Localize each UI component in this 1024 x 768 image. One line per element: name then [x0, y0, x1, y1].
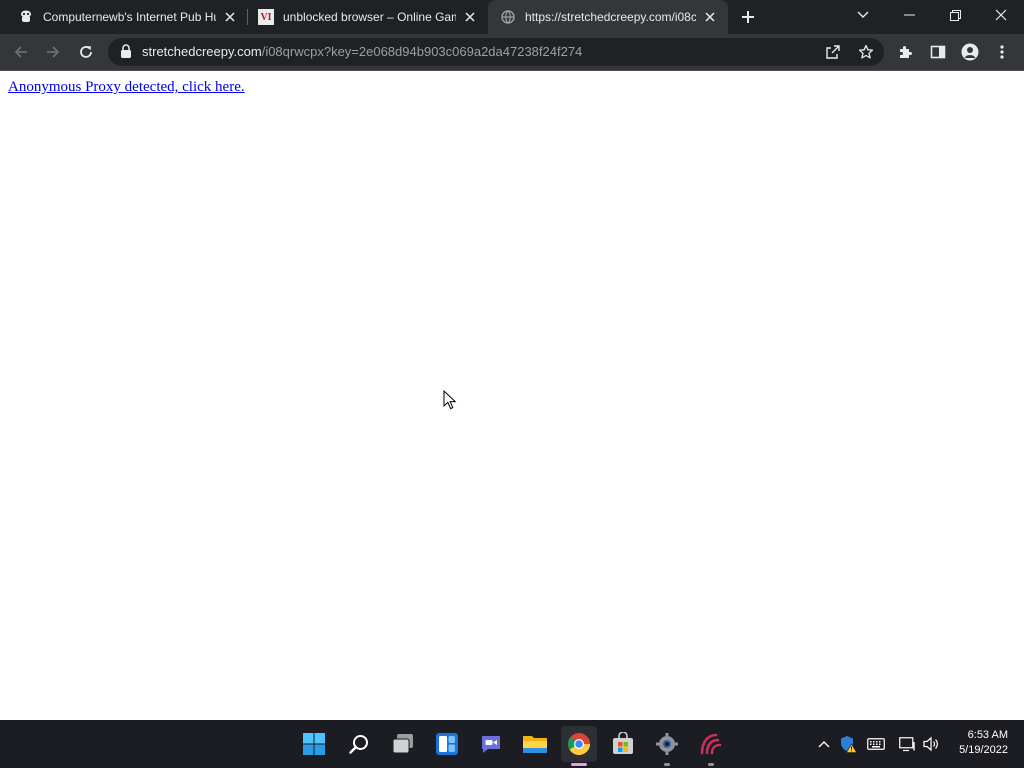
close-icon[interactable] — [222, 9, 238, 25]
clock-time: 6:53 AM — [967, 729, 1008, 741]
widgets-button[interactable] — [429, 726, 465, 762]
share-icon — [826, 45, 840, 59]
url-path: /i08qrwcpx?key=2e068d94b903c069a2da47238… — [261, 44, 583, 59]
running-app-indicator — [664, 763, 670, 766]
restore-button[interactable] — [932, 0, 978, 30]
tab-strip: Computernewb's Internet Pub Hu VI unbloc… — [0, 0, 1024, 34]
new-tab-button[interactable] — [738, 7, 758, 27]
globe-icon — [500, 9, 516, 25]
restore-icon — [949, 9, 961, 21]
keyboard-tray-button[interactable] — [866, 734, 886, 754]
active-app-indicator — [571, 763, 587, 766]
url-host: stretchedcreepy.com — [142, 44, 262, 59]
store-button[interactable] — [605, 726, 641, 762]
tab-computernewb[interactable]: Computernewb's Internet Pub Hu — [0, 0, 248, 34]
mouse-cursor-icon — [443, 389, 457, 415]
file-explorer-button[interactable] — [517, 726, 553, 762]
search-icon — [349, 735, 368, 754]
widgets-icon — [436, 733, 458, 755]
security-tray-button[interactable] — [838, 734, 858, 754]
reload-button[interactable] — [71, 37, 101, 67]
side-panel-icon — [930, 45, 946, 59]
reload-icon — [80, 46, 92, 58]
forward-arrow-icon — [47, 46, 60, 58]
share-button[interactable] — [822, 42, 844, 62]
volume-tray-button[interactable] — [922, 734, 942, 754]
close-window-button[interactable] — [978, 0, 1024, 30]
tab-title: Computernewb's Internet Pub Hu — [43, 10, 216, 24]
close-icon[interactable] — [462, 9, 478, 25]
url-text[interactable]: stretchedcreepy.com/i08qrwcpx?key=2e068d… — [142, 38, 582, 66]
keyboard-icon — [867, 738, 885, 750]
plus-icon — [742, 11, 754, 23]
chat-icon — [482, 736, 500, 753]
minimize-icon — [903, 14, 915, 16]
pinned-app-button[interactable] — [693, 726, 729, 766]
forward-button[interactable] — [38, 37, 68, 67]
search-button[interactable] — [341, 726, 377, 762]
extensions-button[interactable] — [891, 37, 921, 67]
chevron-up-icon — [818, 741, 830, 748]
star-icon — [858, 44, 874, 59]
side-panel-button[interactable] — [923, 37, 953, 67]
volume-icon — [923, 736, 938, 752]
tab-search-button[interactable] — [840, 0, 886, 30]
settings-icon — [656, 733, 678, 755]
tab-stretchedcreepy[interactable]: https://stretchedcreepy.com/i08c — [488, 0, 728, 34]
tab-unblocked-browser[interactable]: VI unblocked browser – Online Gam — [248, 0, 488, 34]
close-window-icon — [995, 9, 1007, 21]
file-explorer-icon — [523, 736, 547, 753]
tab-title: https://stretchedcreepy.com/i08c — [525, 10, 696, 24]
address-bar[interactable]: stretchedcreepy.com/i08qrwcpx?key=2e068d… — [108, 38, 884, 66]
vi-favicon-text: VI — [260, 11, 272, 23]
profile-avatar-icon — [961, 43, 979, 61]
app-icon — [700, 733, 722, 755]
close-icon[interactable] — [702, 9, 718, 25]
shield-warning-icon — [841, 736, 857, 753]
store-icon — [613, 732, 633, 754]
minimize-button[interactable] — [886, 0, 932, 30]
kebab-menu-icon — [1000, 45, 1004, 59]
back-button[interactable] — [6, 37, 36, 67]
back-arrow-icon — [14, 46, 27, 58]
vi-favicon-icon: VI — [258, 9, 274, 25]
browser-toolbar: stretchedcreepy.com/i08qrwcpx?key=2e068d… — [0, 34, 1024, 71]
running-app-indicator — [708, 763, 714, 766]
tab-title: unblocked browser – Online Gam — [283, 10, 456, 24]
settings-button[interactable] — [649, 726, 685, 766]
chrome-icon — [568, 733, 591, 755]
show-hidden-icons-button[interactable] — [814, 734, 834, 754]
proxy-detected-link[interactable]: Anonymous Proxy detected, click here. — [8, 79, 245, 96]
chrome-button[interactable] — [561, 726, 597, 766]
taskbar: 6:53 AM 5/19/2022 — [0, 720, 1024, 768]
network-tray-button[interactable] — [898, 734, 918, 754]
clock[interactable]: 6:53 AM 5/19/2022 — [959, 728, 1008, 758]
clock-date: 5/19/2022 — [959, 744, 1008, 756]
task-view-icon — [392, 734, 413, 754]
lock-icon[interactable] — [120, 44, 134, 60]
chevron-down-icon — [857, 11, 869, 18]
menu-button[interactable] — [987, 37, 1017, 67]
start-icon — [303, 733, 325, 755]
chat-button[interactable] — [473, 726, 509, 762]
computernewb-favicon-icon — [18, 9, 34, 25]
task-view-button[interactable] — [385, 726, 421, 762]
bookmark-star-button[interactable] — [855, 42, 877, 62]
page-content: Anonymous Proxy detected, click here. — [0, 71, 1024, 720]
profile-button[interactable] — [955, 37, 985, 67]
puzzle-icon — [900, 46, 912, 58]
start-button[interactable] — [296, 726, 332, 762]
network-icon — [899, 737, 915, 752]
